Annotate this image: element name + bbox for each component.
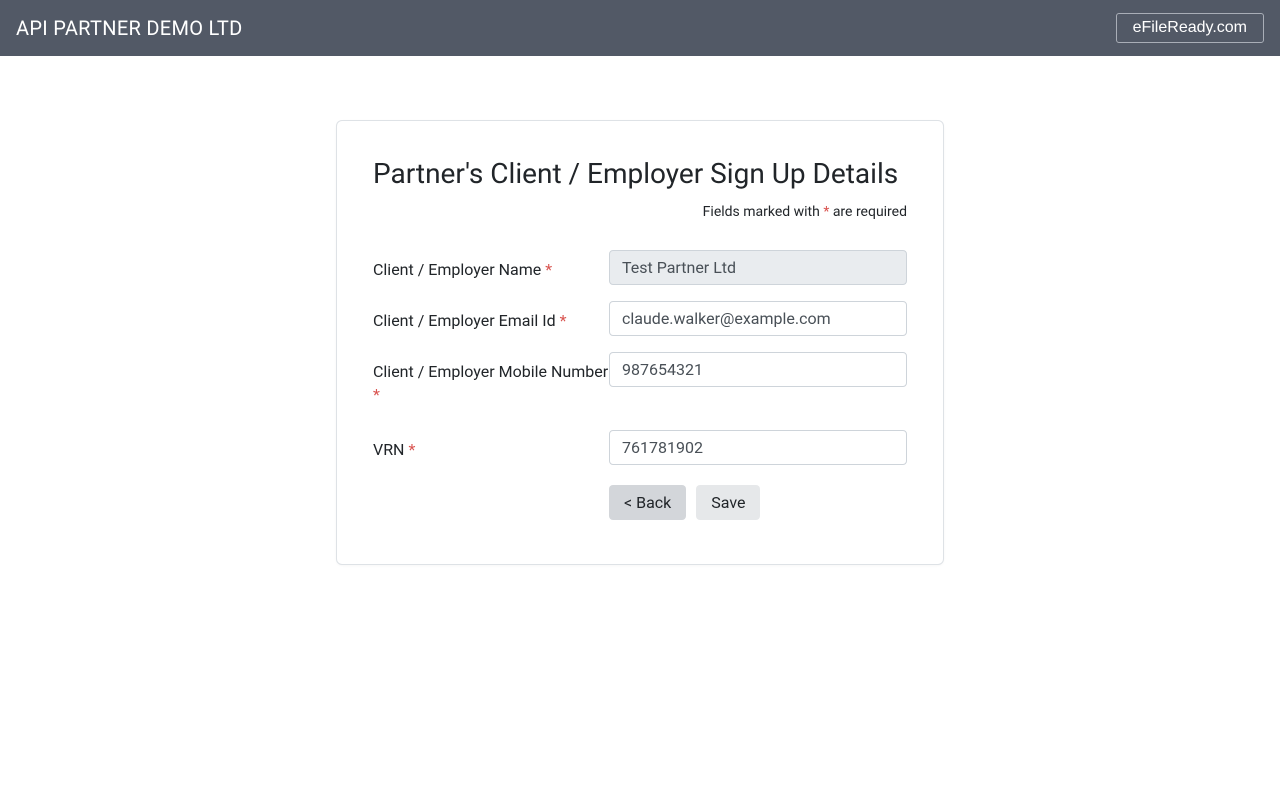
label-client-mobile: Client / Employer Mobile Number * [373, 352, 609, 406]
back-button[interactable]: < Back [609, 485, 686, 520]
app-header: API PARTNER DEMO LTD eFileReady.com [0, 0, 1280, 56]
label-vrn: VRN * [373, 430, 609, 461]
required-marker: * [373, 385, 380, 404]
input-client-mobile[interactable] [609, 352, 907, 387]
label-client-name: Client / Employer Name * [373, 250, 609, 281]
card-title: Partner's Client / Employer Sign Up Deta… [373, 157, 907, 190]
button-row: < Back Save [609, 485, 907, 520]
row-client-email: Client / Employer Email Id * [373, 301, 907, 336]
input-vrn[interactable] [609, 430, 907, 465]
required-note-prefix: Fields marked with [703, 204, 824, 220]
main-content: Partner's Client / Employer Sign Up Deta… [0, 56, 1280, 565]
header-title: API PARTNER DEMO LTD [16, 16, 243, 40]
row-client-mobile: Client / Employer Mobile Number * [373, 352, 907, 406]
label-client-email: Client / Employer Email Id * [373, 301, 609, 332]
required-note-suffix: are required [829, 204, 907, 220]
required-marker: * [545, 260, 552, 279]
save-button[interactable]: Save [696, 485, 760, 520]
signup-card: Partner's Client / Employer Sign Up Deta… [336, 120, 944, 565]
required-marker: * [408, 440, 415, 459]
row-vrn: VRN * [373, 430, 907, 465]
input-client-name[interactable] [609, 250, 907, 285]
required-note: Fields marked with * are required [373, 204, 907, 220]
required-marker: * [560, 311, 567, 330]
efileready-link[interactable]: eFileReady.com [1116, 13, 1264, 43]
row-client-name: Client / Employer Name * [373, 250, 907, 285]
input-client-email[interactable] [609, 301, 907, 336]
